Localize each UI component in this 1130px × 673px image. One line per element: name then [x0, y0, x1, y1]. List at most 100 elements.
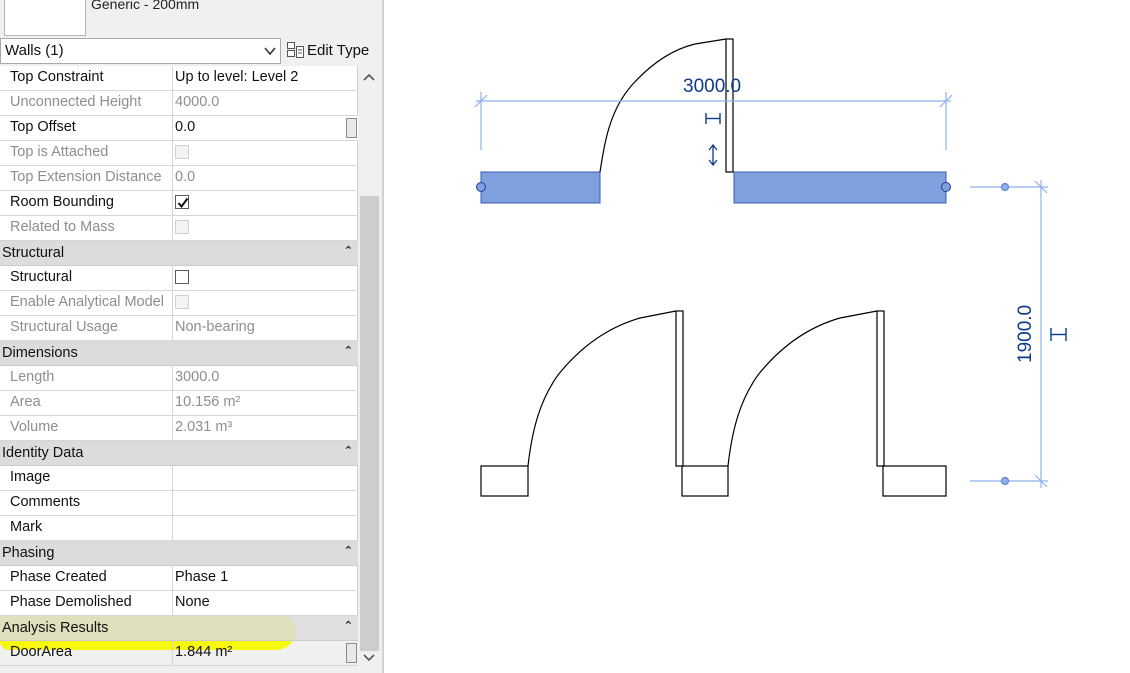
collapse-icon[interactable]: ⌃ [344, 544, 353, 557]
collapse-icon[interactable]: ⌃ [344, 444, 353, 457]
door-leaf [876, 310, 885, 467]
horizontal-dimension-text[interactable]: 3000.0 [683, 76, 741, 97]
property-label: Structural Usage [10, 319, 118, 335]
collapse-icon[interactable]: ⌃ [344, 619, 353, 632]
flip-facing-control-icon[interactable] [705, 113, 721, 124]
property-value[interactable]: None [175, 594, 210, 610]
category-header-analysis-results[interactable]: Analysis Results ⌃ [0, 616, 358, 641]
property-row-area: Area 10.156 m² [0, 391, 358, 416]
properties-palette: Generic - 200mm Walls (1) Edit Type Top … [0, 0, 383, 673]
type-preview-image[interactable] [4, 0, 86, 36]
property-value: 0.0 [175, 169, 196, 185]
structural-checkbox[interactable] [175, 270, 189, 284]
enable-analytical-model-checkbox [175, 295, 189, 309]
plan-view-canvas[interactable]: 3000.0 1900.0 [384, 0, 1130, 673]
property-label: Comments [10, 494, 81, 510]
vertical-dimension-text[interactable]: 1900.0 [1015, 305, 1036, 363]
property-value[interactable]: Up to level: Level 2 [175, 69, 298, 85]
category-header-dimensions[interactable]: Dimensions ⌃ [0, 341, 358, 366]
property-label: Length [10, 369, 55, 385]
room-bounding-checkbox[interactable] [175, 195, 189, 209]
horizontal-dimension[interactable] [474, 92, 953, 150]
property-label: Top Offset [10, 119, 76, 135]
property-row-phase-created[interactable]: Phase Created Phase 1 [0, 566, 358, 591]
top-is-attached-checkbox [175, 145, 189, 159]
property-row-mark[interactable]: Mark [0, 516, 358, 541]
wall-end-grip-left [476, 182, 486, 192]
property-row-volume: Volume 2.031 m³ [0, 416, 358, 441]
category-title: Phasing [2, 545, 55, 561]
property-label: Related to Mass [10, 219, 115, 235]
property-label: Top Extension Distance [10, 169, 162, 185]
property-label: Enable Analytical Model [10, 294, 164, 310]
collapse-icon[interactable]: ⌃ [344, 344, 353, 357]
wall-segment [882, 465, 947, 497]
property-row-door-area[interactable]: DoorArea 1.844 m² [0, 641, 358, 666]
selected-wall[interactable] [476, 171, 951, 204]
wall-segment [681, 465, 729, 497]
category-title: Dimensions [2, 345, 78, 361]
door-swing-arc [527, 310, 677, 467]
property-value: 10.156 m² [175, 394, 241, 410]
value-field-button[interactable] [346, 118, 357, 138]
property-row-unconnected-height: Unconnected Height 4000.0 [0, 91, 358, 116]
scroll-down-arrow-icon[interactable] [361, 651, 377, 665]
category-title: Analysis Results [2, 620, 109, 636]
property-value: 2.031 m³ [175, 419, 233, 435]
property-label: Phase Created [10, 569, 107, 585]
dimension-lock-icon[interactable] [1050, 328, 1067, 341]
property-label: Image [10, 469, 51, 485]
value-field-button[interactable] [346, 643, 357, 663]
related-to-mass-checkbox [175, 220, 189, 234]
property-value[interactable]: 1.844 m² [175, 644, 232, 660]
scroll-up-arrow-icon[interactable] [361, 70, 377, 84]
edit-type-icon [287, 41, 304, 58]
property-row-top-extension-distance: Top Extension Distance 0.0 [0, 166, 358, 191]
property-label: Mark [10, 519, 43, 535]
door-swing-arc [727, 310, 878, 467]
property-row-room-bounding[interactable]: Room Bounding [0, 191, 358, 216]
category-header-structural[interactable]: Structural ⌃ [0, 241, 358, 266]
property-row-top-is-attached: Top is Attached [0, 141, 358, 166]
instance-filter-dropdown[interactable]: Walls (1) [0, 38, 281, 64]
property-row-image[interactable]: Image [0, 466, 358, 491]
checkmark-icon [177, 197, 189, 209]
wall-end-grip-right [941, 182, 951, 192]
door-leaf [725, 38, 734, 173]
category-title: Structural [2, 245, 65, 261]
door-bottom-right[interactable] [727, 310, 885, 467]
wall-segment [480, 465, 529, 497]
collapse-icon[interactable]: ⌃ [344, 244, 353, 257]
property-row-comments[interactable]: Comments [0, 491, 358, 516]
property-row-phase-demolished[interactable]: Phase Demolished None [0, 591, 358, 616]
scroll-thumb[interactable] [360, 196, 379, 651]
property-label: Phase Demolished [10, 594, 132, 610]
type-name[interactable]: Generic - 200mm [91, 0, 199, 12]
wall-segment-left [480, 171, 601, 204]
property-label: Unconnected Height [10, 94, 142, 110]
property-value[interactable]: Phase 1 [175, 569, 228, 585]
property-row-top-offset[interactable]: Top Offset 0.0 [0, 116, 358, 141]
flip-hand-control-icon[interactable] [708, 143, 718, 167]
door-swing-arc [599, 38, 727, 173]
property-value: 4000.0 [175, 94, 220, 110]
category-header-phasing[interactable]: Phasing ⌃ [0, 541, 358, 566]
property-label: Structural [10, 269, 73, 285]
door-leaf [675, 310, 684, 467]
door-bottom-left[interactable] [527, 310, 684, 467]
vertical-dimension[interactable] [970, 180, 1048, 488]
edit-type-button[interactable]: Edit Type [287, 40, 369, 62]
property-value: 3000.0 [175, 369, 220, 385]
category-title: Identity Data [2, 445, 84, 461]
properties-grid: Top Constraint Up to level: Level 2 Unco… [0, 66, 358, 666]
chevron-down-icon [264, 47, 276, 56]
property-row-length: Length 3000.0 [0, 366, 358, 391]
property-row-top-constraint[interactable]: Top Constraint Up to level: Level 2 [0, 66, 358, 91]
category-header-identity-data[interactable]: Identity Data ⌃ [0, 441, 358, 466]
edit-type-label: Edit Type [307, 42, 370, 59]
property-value[interactable]: 0.0 [175, 119, 195, 135]
properties-scrollbar[interactable] [359, 66, 380, 673]
property-row-structural[interactable]: Structural [0, 266, 358, 291]
wall-bottom[interactable] [480, 465, 947, 497]
property-label: Volume [10, 419, 59, 435]
